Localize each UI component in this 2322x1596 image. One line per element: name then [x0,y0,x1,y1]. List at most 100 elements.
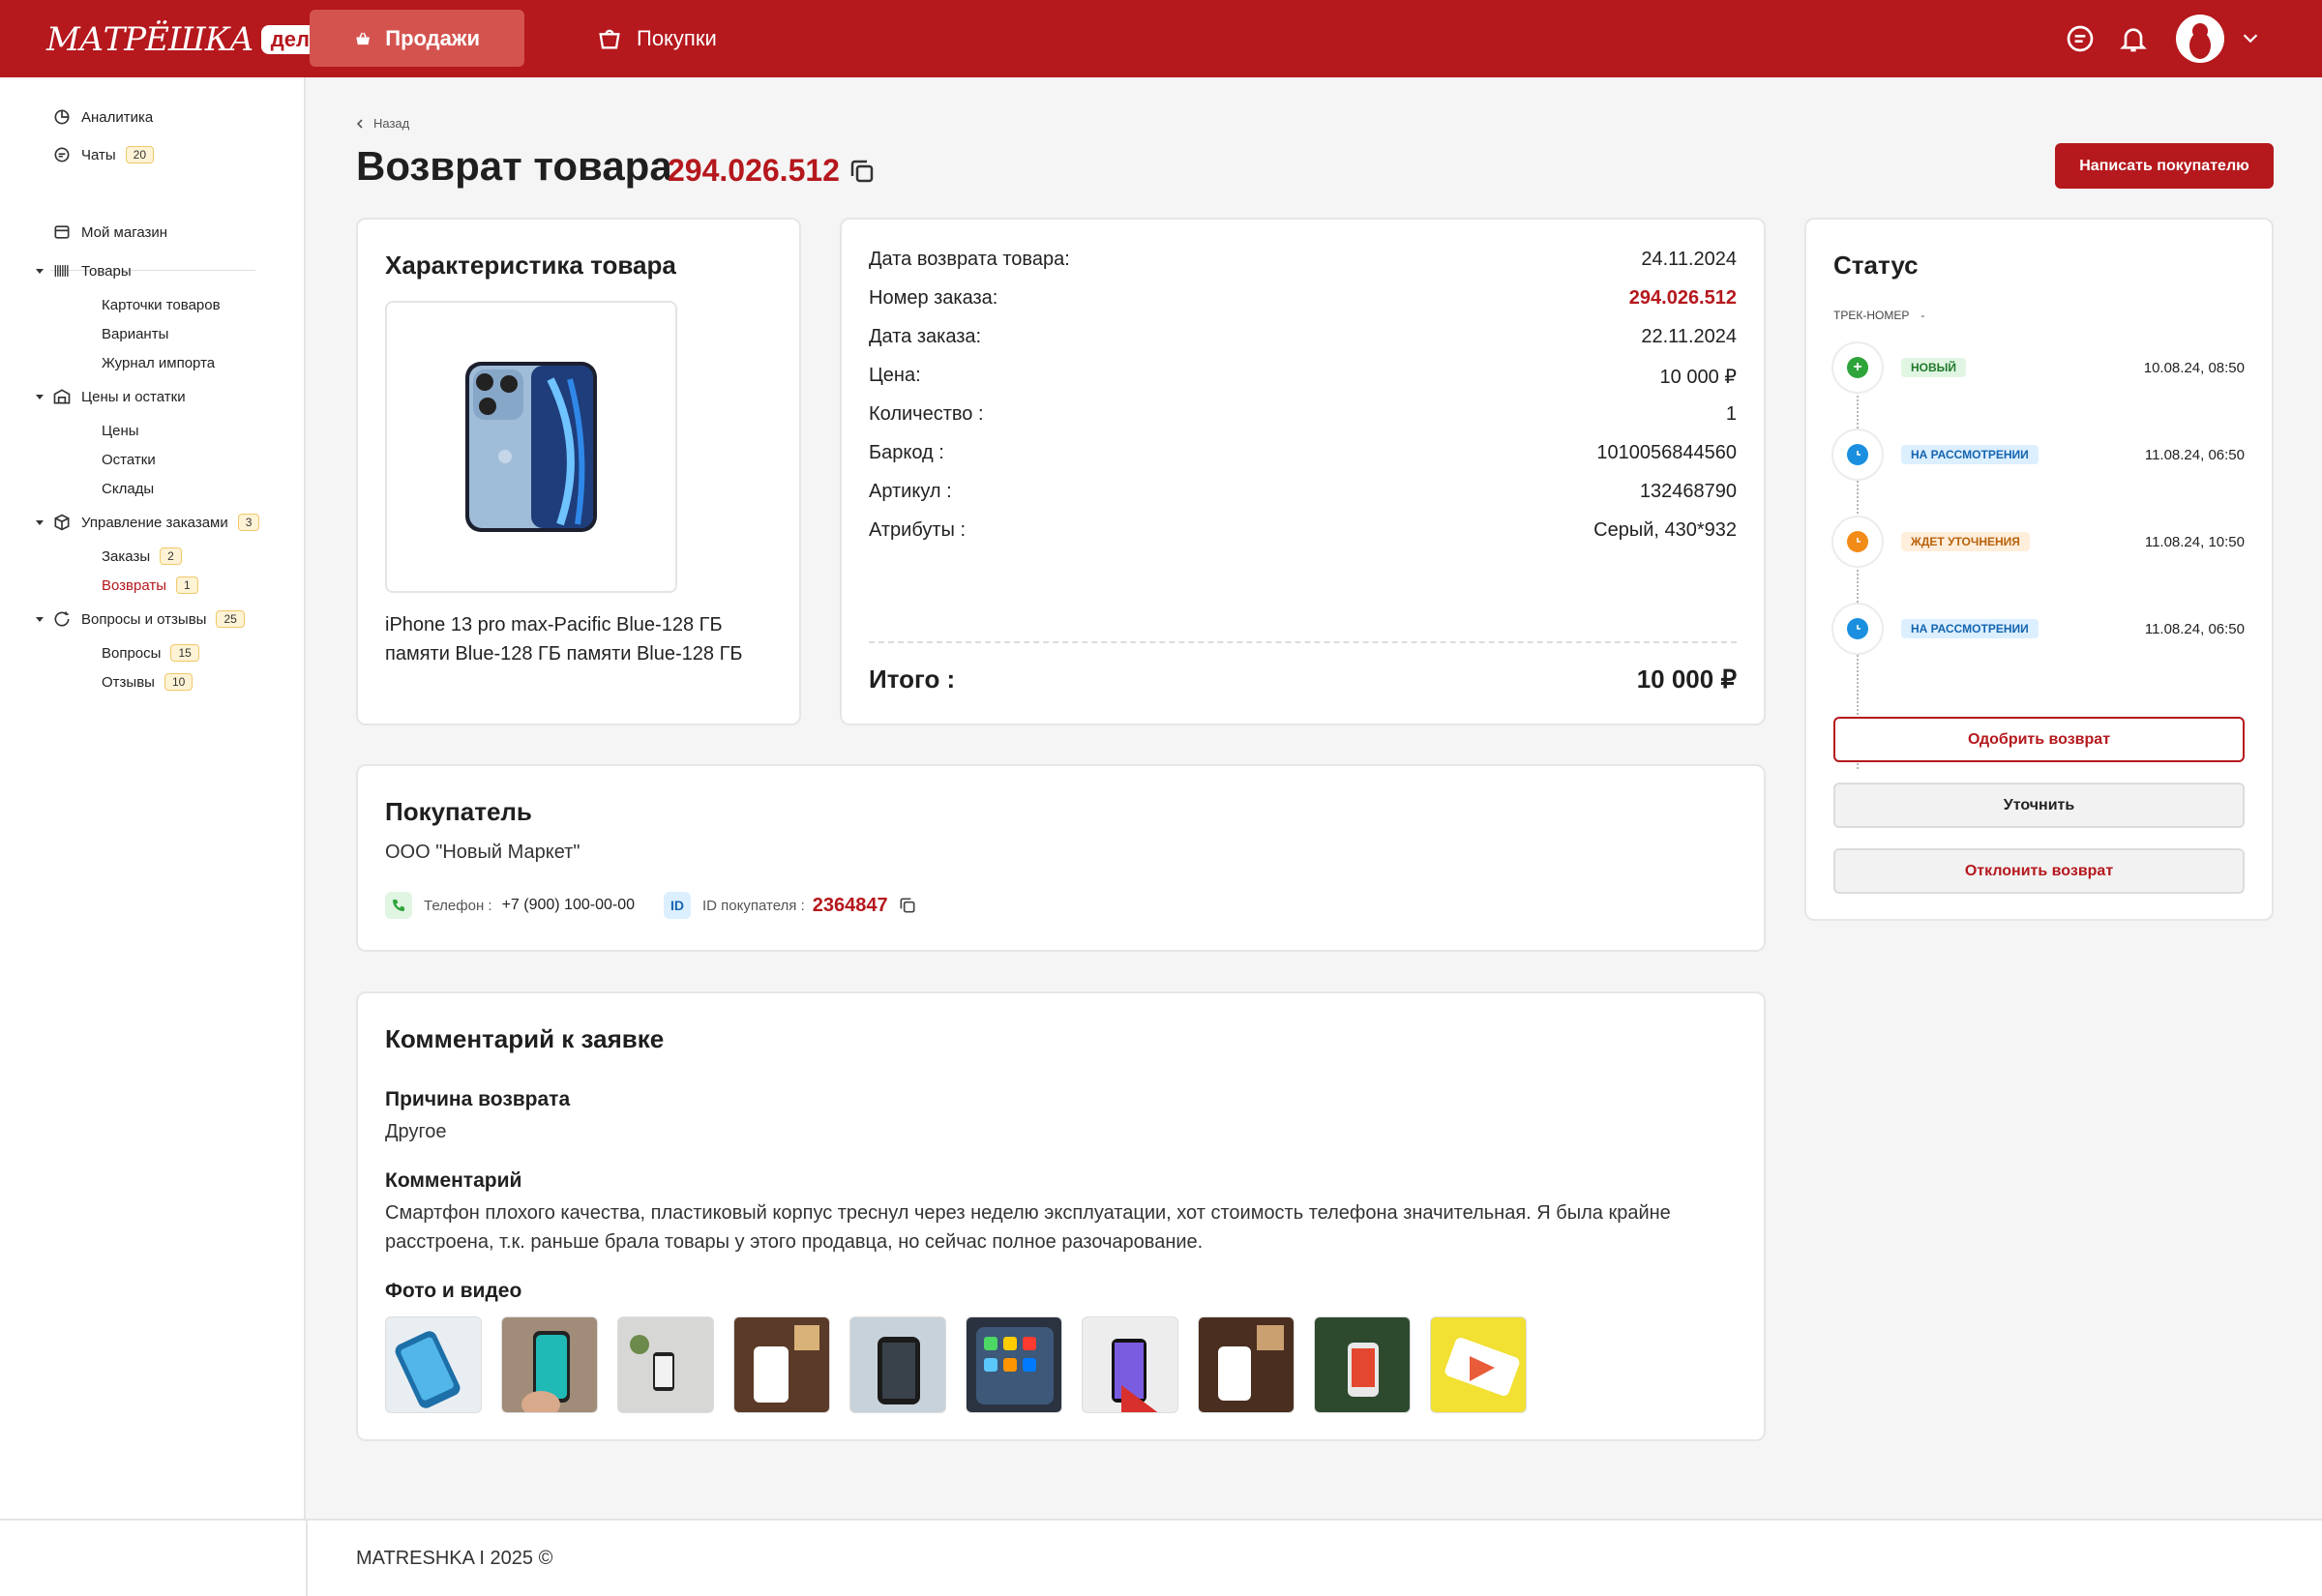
sidebar-item-goods[interactable]: Товары [52,259,132,282]
sidebar-subitem-warehouses[interactable]: Склады [102,478,154,499]
tab-purchases[interactable]: Покупки [551,10,761,67]
sidebar-item-analytics[interactable]: Аналитика [52,105,153,129]
detail-label: Артикул : [869,481,952,502]
sidebar-item-questions[interactable]: Вопросы и отзывы 25 [52,607,245,631]
card-title: Покупатель [385,797,532,826]
status-badge: НОВЫЙ [1901,358,1967,377]
divider [306,1521,308,1596]
sidebar-item-prices[interactable]: Цены и остатки [52,385,186,408]
sidebar-subitem-reviews[interactable]: Отзывы 10 [102,671,194,693]
clock-icon [1847,618,1868,639]
order-details-card: Дата возврата товара: 24.11.2024 Номер за… [840,218,1766,725]
total-label: Итого : [869,665,956,694]
media-thumbnail[interactable] [1314,1316,1411,1413]
approve-return-button[interactable]: Одобрить возврат [1833,717,2245,762]
sidebar-subitem-cards[interactable]: Карточки товаров [102,294,221,315]
media-thumbnail[interactable] [385,1316,482,1413]
footer: MATRESHKA I 2025 © [0,1519,2322,1596]
barcode-icon [54,265,69,277]
detail-label: Дата возврата товара: [869,249,1070,270]
caret-down-icon[interactable] [35,614,45,624]
sidebar-subitem-import-log[interactable]: Журнал импорта [102,352,215,373]
media-thumbnail[interactable] [1082,1316,1178,1413]
caret-down-icon[interactable] [35,392,45,401]
avatar[interactable] [2176,15,2224,63]
buyer-meta: Телефон : +7 (900) 100-00-00 ID ID покуп… [385,892,917,919]
logo-text: МАТРЁШКА [46,20,254,59]
media-thumbnail[interactable] [733,1316,830,1413]
media-thumbnail[interactable] [1430,1316,1527,1413]
sidebar-subitem-stock[interactable]: Остатки [102,449,156,470]
caret-down-icon[interactable] [35,517,45,527]
status-marker: + [1833,343,1882,392]
product-image[interactable] [385,301,677,593]
chat-icon[interactable] [2065,23,2096,54]
return-number: 294.026.512 [668,153,840,188]
caret-down-icon[interactable] [35,266,45,276]
media-thumbnail[interactable] [1198,1316,1295,1413]
total-row: Итого : 10 000 ₽ [869,665,1737,695]
comment-title: Комментарий [385,1169,522,1192]
media-thumbnail[interactable] [617,1316,714,1413]
chevron-down-icon[interactable] [2240,27,2261,48]
top-bar: МАТРЁШКА дело Продажи Покупки [0,0,2322,77]
card-title: Характеристика товара [385,251,676,280]
status-marker [1833,517,1882,566]
bell-icon[interactable] [2118,23,2149,54]
status-badge: НА РАССМОТРЕНИИ [1901,619,2039,638]
detail-row: Баркод : 1010056844560 [869,442,1737,464]
sidebar-subitem-variants[interactable]: Варианты [102,323,168,344]
media-thumbnail[interactable] [501,1316,598,1413]
status-time: 11.08.24, 06:50 [2144,620,2245,637]
feedback-icon [54,611,70,627]
sidebar-subitem-prices[interactable]: Цены [102,420,139,441]
footer-copyright: MATRESHKA I 2025 © [356,1548,553,1569]
detail-value: 132468790 [1639,481,1737,502]
detail-value: 24.11.2024 [1641,249,1737,270]
copy-icon[interactable] [848,157,877,186]
write-buyer-button[interactable]: Написать покупателю [2055,143,2274,189]
sidebar-subitem-label: Возвраты [102,576,167,594]
phone-value[interactable]: +7 (900) 100-00-00 [502,897,635,914]
detail-value: Серый, 430*932 [1593,519,1737,541]
sidebar-item-orders[interactable]: Управление заказами 3 [52,511,260,534]
sidebar-item-label: Цены и остатки [81,388,186,405]
buyer-name: ООО "Новый Маркет" [385,842,580,863]
sidebar-subitem-questions[interactable]: Вопросы 15 [102,642,199,664]
copy-icon[interactable] [898,896,917,915]
buyer-id-label: ID покупателя : [702,897,805,914]
detail-label: Баркод : [869,442,944,463]
track-label: ТРЕК-НОМЕР [1833,309,1910,322]
sidebar-item-label: Товары [81,262,132,280]
sidebar-item-chats[interactable]: Чаты 20 [52,143,155,166]
back-label: Назад [373,116,410,131]
card-title: Комментарий к заявке [385,1024,665,1053]
sidebar-subitem-orders[interactable]: Заказы 2 [102,546,182,567]
sidebar-subitem-returns[interactable]: Возвраты 1 [102,575,198,596]
tab-sales[interactable]: Продажи [310,10,524,67]
track-value: - [1920,309,1925,322]
clarify-button[interactable]: Уточнить [1833,783,2245,828]
status-time: 10.08.24, 08:50 [2143,359,2245,376]
detail-row: Количество : 1 [869,403,1737,426]
detail-value: 1 [1725,403,1737,425]
id-icon: ID [664,892,691,919]
product-card: Характеристика товара iPhone 13 pro max-… [356,218,801,725]
status-time: 11.08.24, 06:50 [2144,446,2245,463]
tab-sales-label: Продажи [385,25,480,50]
media-thumbnail[interactable] [966,1316,1062,1413]
buyer-id-value: 2364847 [812,894,888,916]
status-marker [1833,430,1882,479]
logo[interactable]: МАТРЁШКА дело [46,20,333,59]
track-number: ТРЕК-НОМЕР - [1833,309,1924,322]
back-link[interactable]: Назад [356,116,409,131]
media-thumbnail[interactable] [849,1316,946,1413]
chat-icon [54,147,70,163]
sidebar-item-my-shop[interactable]: Мой магазин [52,221,167,244]
cart-icon [599,29,620,48]
status-marker [1833,605,1882,653]
chevron-left-icon [356,118,363,129]
reject-return-button[interactable]: Отклонить возврат [1833,848,2245,894]
order-number-link[interactable]: 294.026.512 [1629,287,1737,310]
comment-text: Смартфон плохого качества, пластиковый к… [385,1202,1671,1253]
